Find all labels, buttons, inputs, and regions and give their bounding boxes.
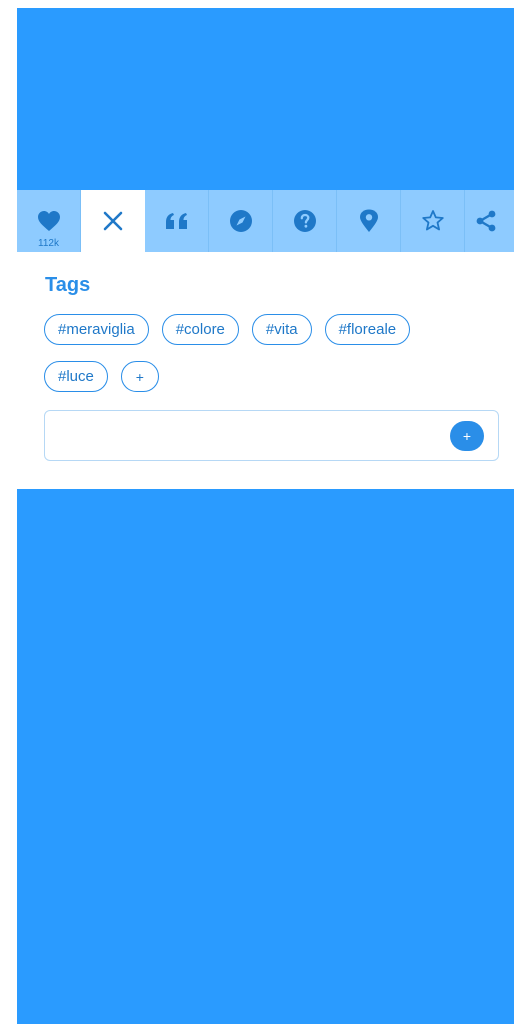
submit-tag-button[interactable]: + bbox=[450, 421, 484, 451]
tag-chip-list: #meraviglia #colore #vita #floreale #luc… bbox=[44, 314, 484, 408]
compass-button[interactable] bbox=[209, 190, 273, 252]
add-tag-chip-button[interactable]: + bbox=[120, 361, 159, 392]
favorite-button[interactable] bbox=[401, 190, 465, 252]
help-button[interactable] bbox=[273, 190, 337, 252]
tag-input-box: + bbox=[44, 410, 499, 461]
tag-chip[interactable]: #colore bbox=[161, 314, 239, 345]
app-frame: 112k Tags #meraviglia #colore #vita #flo… bbox=[17, 8, 514, 1024]
question-icon bbox=[293, 209, 317, 233]
action-toolbar: 112k bbox=[17, 190, 514, 252]
like-count: 112k bbox=[38, 238, 59, 249]
tags-title: Tags bbox=[45, 274, 91, 296]
close-icon bbox=[102, 210, 124, 232]
share-icon bbox=[474, 209, 498, 233]
like-button[interactable]: 112k bbox=[17, 190, 81, 252]
tags-panel: Tags #meraviglia #colore #vita #floreale… bbox=[17, 252, 514, 489]
tag-chip-row: #meraviglia #colore #vita #floreale bbox=[44, 314, 484, 345]
quote-icon bbox=[164, 211, 190, 231]
tag-chip[interactable]: #floreale bbox=[324, 314, 411, 345]
location-button[interactable] bbox=[337, 190, 401, 252]
star-icon bbox=[421, 209, 445, 233]
tag-chip[interactable]: #meraviglia bbox=[44, 314, 149, 345]
heart-icon bbox=[37, 210, 61, 232]
hero-image bbox=[17, 8, 514, 190]
close-button[interactable] bbox=[81, 190, 145, 252]
tag-chip[interactable]: #vita bbox=[251, 314, 312, 345]
compass-icon bbox=[229, 209, 253, 233]
content-image bbox=[17, 489, 514, 1024]
map-pin-icon bbox=[359, 209, 379, 233]
tag-input[interactable] bbox=[55, 419, 439, 453]
tag-chip-row: #luce + bbox=[44, 361, 484, 392]
share-button[interactable] bbox=[465, 190, 498, 252]
quote-button[interactable] bbox=[145, 190, 209, 252]
tag-chip[interactable]: #luce bbox=[44, 361, 108, 392]
